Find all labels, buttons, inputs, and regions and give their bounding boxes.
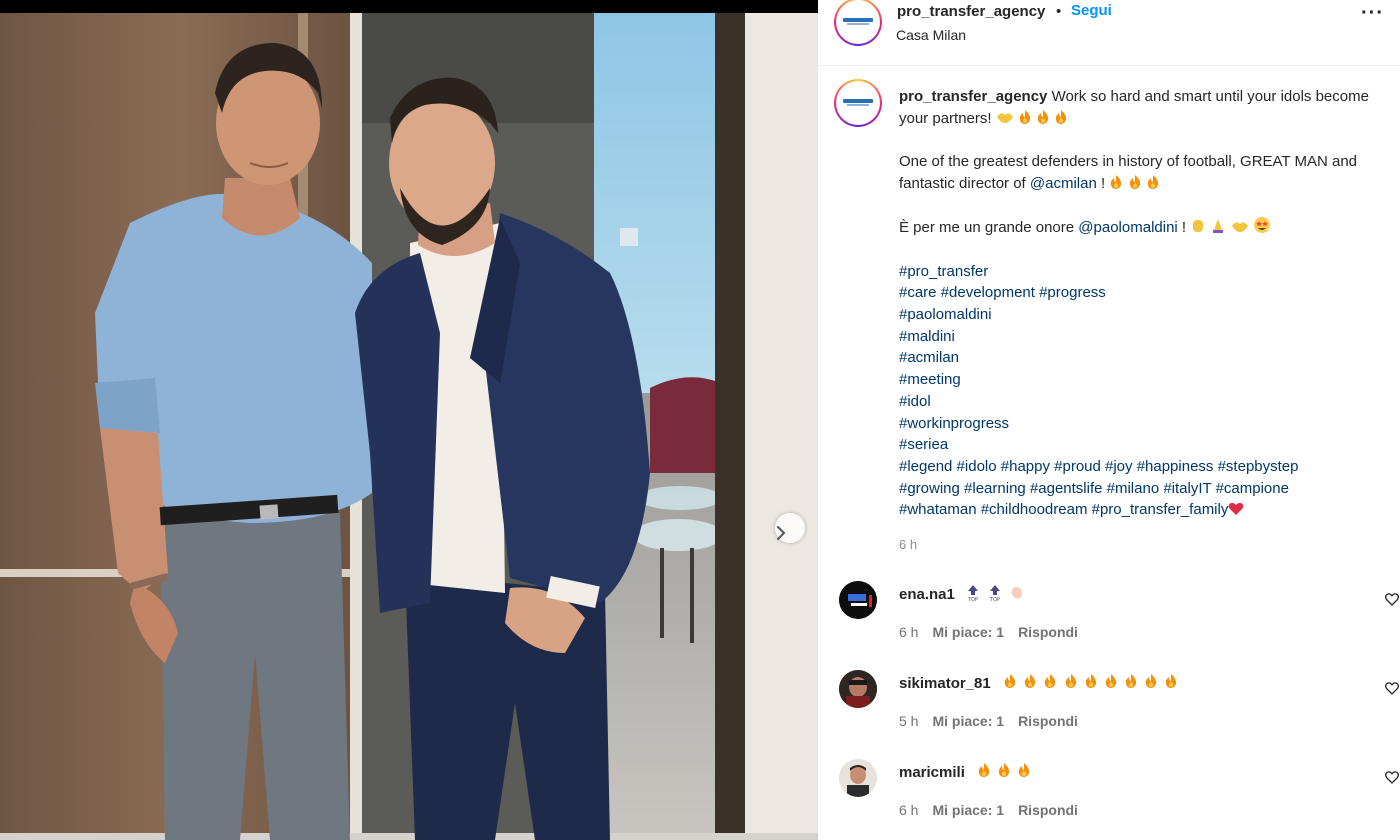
comment-likes[interactable]: Mi piace: 1 — [932, 624, 1004, 640]
comment-time[interactable]: 6 h — [899, 624, 918, 640]
post-photo — [0, 0, 818, 840]
comment-item: sikimator_81 5 h Mi piace: 1 Rispondi — [818, 670, 1400, 750]
comment-username[interactable]: sikimator_81 — [899, 675, 991, 692]
red-heart-emoji-icon — [1229, 503, 1244, 516]
carousel-next-button[interactable] — [775, 513, 805, 543]
handshake-emoji-icon — [1231, 222, 1248, 233]
post-caption: pro_transfer_agency Work so hard and sma… — [899, 86, 1379, 521]
handshake-emoji-icon — [996, 113, 1013, 123]
fire-emoji-icon — [1004, 674, 1016, 688]
praying-hands-emoji-icon — [1213, 219, 1224, 234]
hashtag-line[interactable]: #pro_transfer — [899, 261, 1379, 283]
comment-reply-button[interactable]: Rispondi — [1018, 713, 1078, 729]
author-avatar[interactable] — [834, 0, 882, 46]
comment-item: maricmili 6 h Mi piace: 1 Rispondi — [818, 759, 1400, 839]
comment-meta: 5 h Mi piace: 1 Rispondi — [899, 713, 1078, 729]
clap-emoji-icon — [1011, 586, 1023, 599]
comment-meta: 6 h Mi piace: 1 Rispondi — [899, 802, 1078, 818]
hashtag-line[interactable]: #workinprogress — [899, 413, 1379, 435]
fire-emoji-icon — [1111, 174, 1122, 189]
hashtag-line[interactable]: #seriea — [899, 434, 1379, 456]
caption-paragraph-2: One of the greatest defenders in history… — [899, 151, 1379, 194]
fire-emoji-icon — [998, 763, 1010, 777]
caption-avatar[interactable] — [834, 79, 882, 127]
hashtag-line: #whataman #childhoodream #pro_transfer_f… — [899, 499, 1379, 521]
fire-emoji-icon — [1065, 674, 1076, 688]
commenter-avatar[interactable] — [839, 759, 877, 797]
commenter-avatar[interactable] — [839, 581, 877, 619]
hashtag-line[interactable]: #acmilan — [899, 347, 1379, 369]
agency-logo — [843, 99, 873, 107]
hashtag-line[interactable]: #idol — [899, 391, 1379, 413]
caption-text-3-end: ! — [1181, 219, 1187, 237]
caption-username[interactable]: pro_transfer_agency — [899, 88, 1047, 105]
comment-text: TOP TOP — [964, 584, 1026, 604]
fire-emoji-icon — [1146, 674, 1157, 688]
post-side-panel: pro_transfer_agency • Segui Casa Milan ·… — [818, 0, 1400, 840]
fire-emoji-icon — [978, 763, 990, 777]
svg-text:TOP: TOP — [989, 597, 1000, 602]
comment-meta: 6 h Mi piace: 1 Rispondi — [899, 624, 1078, 640]
fire-emoji-icon — [1056, 109, 1067, 124]
fire-emoji-icon — [1019, 109, 1031, 124]
top-arrow-emoji-icon: TOP — [967, 585, 978, 602]
comment-username[interactable]: ena.na1 — [899, 586, 955, 603]
fire-emoji-icon — [1019, 763, 1030, 777]
commenter-avatar[interactable] — [839, 670, 877, 708]
hashtag-line[interactable]: #care #development #progress — [899, 282, 1379, 304]
post-image — [0, 13, 818, 840]
follow-button[interactable]: Segui — [1071, 2, 1112, 19]
caption-text-2-end: ! — [1101, 174, 1106, 192]
heart-outline-icon[interactable] — [1385, 771, 1399, 784]
post-location[interactable]: Casa Milan — [896, 27, 966, 43]
svg-text:TOP: TOP — [967, 597, 978, 602]
heart-outline-icon[interactable] — [1385, 682, 1399, 695]
hashtag-block: #pro_transfer #care #development #progre… — [899, 261, 1379, 521]
comment-text — [976, 762, 1032, 780]
caption-paragraph-3: È per me un grande onore @paolomaldini ! — [899, 216, 1379, 239]
comment-reply-button[interactable]: Rispondi — [1018, 802, 1078, 818]
fire-emoji-icon — [1166, 674, 1177, 688]
fire-emoji-icon — [1147, 174, 1158, 189]
agency-logo — [843, 18, 873, 26]
header-separator: • — [1056, 3, 1062, 20]
comment-time[interactable]: 5 h — [899, 713, 918, 729]
mention-paolomaldini[interactable]: @paolomaldini — [1078, 219, 1177, 236]
hashtag-line[interactable]: #growing #learning #agentslife #milano #… — [899, 478, 1379, 500]
more-options-icon[interactable]: ··· — [1361, 2, 1384, 25]
fire-emoji-icon — [1125, 674, 1137, 688]
photo-top-bar — [0, 0, 818, 13]
raised-fist-emoji-icon — [1193, 220, 1204, 233]
heart-outline-icon[interactable] — [1385, 593, 1399, 606]
hashtag-text[interactable]: #whataman #childhoodream #pro_transfer_f… — [899, 501, 1228, 518]
fire-emoji-icon — [1037, 109, 1049, 124]
caption-text-3: È per me un grande onore — [899, 219, 1075, 237]
hashtag-line[interactable]: #maldini — [899, 326, 1379, 348]
hashtag-line[interactable]: #legend #idolo #happy #proud #joy #happi… — [899, 456, 1379, 478]
star-struck-emoji-icon — [1253, 217, 1270, 234]
comment-likes[interactable]: Mi piace: 1 — [932, 713, 1004, 729]
fire-emoji-icon — [1024, 674, 1036, 688]
fire-emoji-icon — [1105, 674, 1117, 688]
author-username[interactable]: pro_transfer_agency — [897, 3, 1045, 20]
fire-emoji-icon — [1129, 174, 1140, 189]
caption-paragraph-1: pro_transfer_agency Work so hard and sma… — [899, 86, 1379, 129]
fire-emoji-icon — [1085, 674, 1096, 688]
post-timestamp[interactable]: 6 h — [899, 537, 917, 552]
hashtag-line[interactable]: #meeting — [899, 369, 1379, 391]
comment-text — [1002, 673, 1179, 691]
fire-emoji-icon — [1045, 674, 1056, 688]
mention-acmilan[interactable]: @acmilan — [1030, 175, 1097, 192]
comment-reply-button[interactable]: Rispondi — [1018, 624, 1078, 640]
comment-likes[interactable]: Mi piace: 1 — [932, 802, 1004, 818]
top-arrow-emoji-icon: TOP — [989, 585, 1000, 602]
comment-item: ena.na1 TOP TOP 6 h Mi piace: 1 Rispondi — [818, 581, 1400, 661]
hashtag-line[interactable]: #paolomaldini — [899, 304, 1379, 326]
chevron-right-icon — [777, 526, 786, 540]
post-header: pro_transfer_agency • Segui Casa Milan ·… — [818, 0, 1400, 66]
comment-time[interactable]: 6 h — [899, 802, 918, 818]
comment-username[interactable]: maricmili — [899, 764, 965, 781]
